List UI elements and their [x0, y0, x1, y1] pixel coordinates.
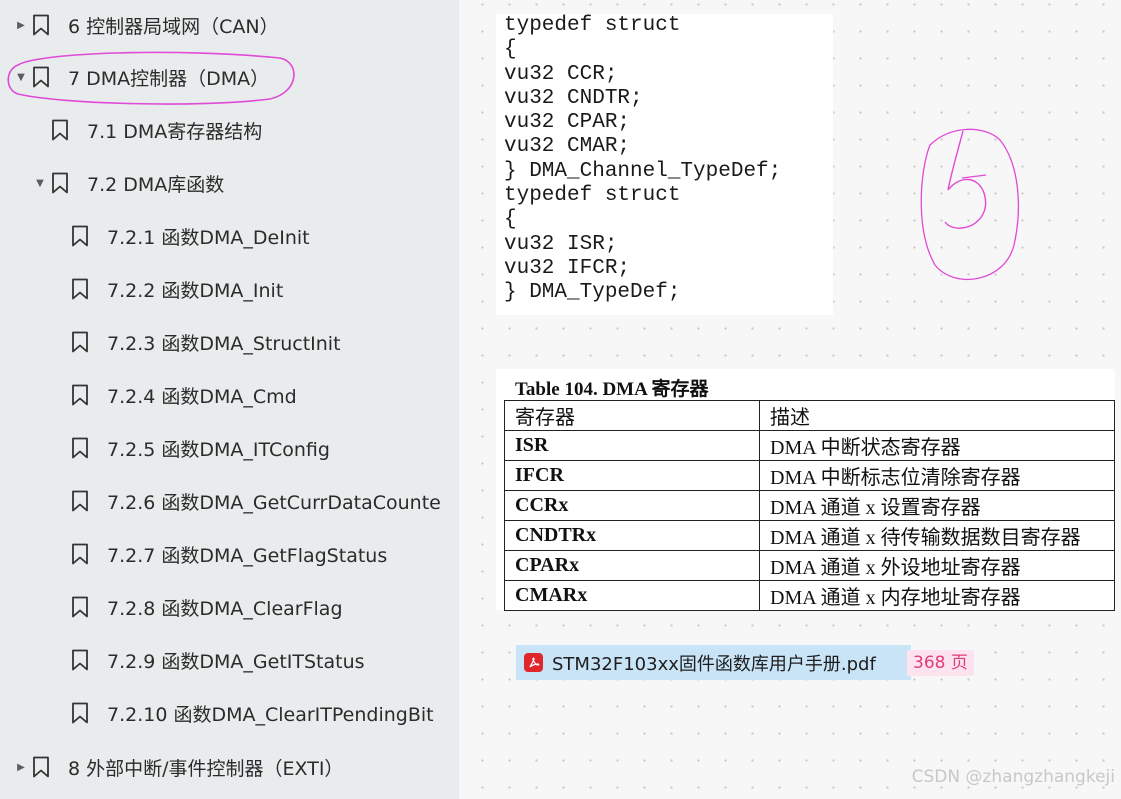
sidebar-bookmark-item[interactable]: ▶7.2.2 函数DMA_Init — [0, 264, 459, 314]
collapse-arrow-icon[interactable]: ▶ — [16, 20, 26, 31]
sidebar-item-label: 7.2.4 函数DMA_Cmd — [107, 385, 297, 408]
bookmark-icon — [72, 543, 88, 565]
sidebar-item-label: 7.2.5 函数DMA_ITConfig — [107, 438, 330, 461]
sidebar-item-label: 7.2.7 函数DMA_GetFlagStatus — [107, 544, 388, 567]
register-name-cell: CPARx — [504, 550, 760, 581]
bookmark-icon — [72, 278, 88, 300]
dma-register-table-figure: Table 104. DMA 寄存器 寄存器 描述 ISR DMA 中断状态寄存器… — [496, 369, 1115, 611]
expand-arrow-icon[interactable]: ▼ — [35, 178, 45, 189]
sidebar-item-label: 7 DMA控制器（DMA） — [68, 67, 270, 90]
watermark: CSDN @zhangzhangkeji — [911, 767, 1115, 787]
sidebar-bookmark-item[interactable]: ▶7.2.7 函数DMA_GetFlagStatus — [0, 529, 459, 579]
expand-arrow-icon[interactable]: ▼ — [16, 72, 26, 83]
code-line: vu32 IFCR; — [504, 256, 631, 280]
sidebar-bookmark-item[interactable]: ▶7.2.8 函数DMA_ClearFlag — [0, 582, 459, 632]
pdf-reference-link[interactable]: STM32F103xx固件函数库用户手册.pdf — [516, 645, 911, 680]
bookmark-icon — [72, 702, 88, 724]
code-line: { — [504, 38, 517, 62]
sidebar-bookmark-item[interactable]: ▶7.2.3 函数DMA_StructInit — [0, 317, 459, 367]
bookmark-icon — [72, 331, 88, 353]
struct-code-snippet: typedef struct{vu32 CCR; vu32 CNDTR; vu32 … — [496, 14, 833, 315]
code-line: } DMA_Channel_TypeDef; — [504, 159, 782, 183]
bookmark-icon — [33, 14, 49, 36]
sidebar-item-label: 7.2.10 函数DMA_ClearITPendingBit — [107, 703, 434, 726]
code-line: { — [504, 208, 517, 232]
code-line: vu32 CNDTR; — [504, 86, 643, 110]
pdf-file-icon — [524, 653, 543, 672]
bookmark-icon — [33, 66, 49, 88]
register-name-cell: CCRx — [504, 490, 760, 521]
register-name-cell: CNDTRx — [504, 520, 760, 551]
sidebar-bookmark-item[interactable]: ▶7.1 DMA寄存器结构 — [0, 105, 459, 155]
sidebar-bookmark-item[interactable]: ▶7.2.6 函数DMA_GetCurrDataCounte — [0, 476, 459, 526]
table-row: CPARx DMA 通道 x 外设地址寄存器 — [504, 550, 1115, 581]
code-line: vu32 CCR; — [504, 62, 618, 86]
sidebar-item-label: 7.2.9 函数DMA_GetITStatus — [107, 650, 365, 673]
sidebar-item-label: 8 外部中断/事件控制器（EXTI） — [68, 757, 344, 780]
bookmark-icon — [72, 649, 88, 671]
table-title: Table 104. DMA 寄存器 — [515, 379, 709, 400]
sidebar-item-label: 7.2.3 函数DMA_StructInit — [107, 332, 341, 355]
bookmark-icon — [72, 596, 88, 618]
bookmark-icon — [52, 172, 68, 194]
register-name-cell: IFCR — [504, 460, 760, 491]
table-header-row: 寄存器 描述 — [504, 400, 1115, 431]
sidebar-item-label: 7.2.8 函数DMA_ClearFlag — [107, 597, 343, 620]
sidebar-bookmark-item[interactable]: ▶ 6 控制器局域网（CAN） — [0, 0, 459, 50]
code-line: typedef struct — [504, 14, 681, 37]
register-name-cell: ISR — [504, 430, 760, 461]
sidebar-item-label: 7.2 DMA库函数 — [87, 173, 225, 196]
register-description-cell: DMA 通道 x 设置寄存器 — [759, 490, 1115, 521]
code-line: } DMA_TypeDef; — [504, 281, 681, 305]
sidebar-item-label: 7.2.1 函数DMA_DeInit — [107, 226, 310, 249]
bookmark-icon — [72, 225, 88, 247]
bookmark-icon — [72, 490, 88, 512]
header-register: 寄存器 — [504, 400, 760, 431]
sidebar-bookmark-item[interactable]: ▼ 7 DMA控制器（DMA） — [0, 52, 459, 102]
register-table: 寄存器 描述 ISR DMA 中断状态寄存器 IFCR DMA 中断标志位清除寄存器 C… — [504, 400, 1115, 611]
register-name-cell: CMARx — [504, 580, 760, 611]
table-row: ISR DMA 中断状态寄存器 — [504, 430, 1115, 461]
table-row: IFCR DMA 中断标志位清除寄存器 — [504, 460, 1115, 491]
bookmark-icon — [72, 384, 88, 406]
sidebar-bookmark-item[interactable]: ▶7.2.4 函数DMA_Cmd — [0, 370, 459, 420]
register-description-cell: DMA 通道 x 待传输数据数目寄存器 — [759, 520, 1115, 551]
register-description-cell: DMA 中断状态寄存器 — [759, 430, 1115, 461]
sidebar-item-label: 7.1 DMA寄存器结构 — [87, 120, 263, 143]
page-number-badge: 368 页 — [907, 650, 974, 676]
sidebar-bookmark-item[interactable]: ▶7.2.1 函数DMA_DeInit — [0, 211, 459, 261]
code-line: vu32 CMAR; — [504, 135, 631, 159]
sidebar-bookmark-item[interactable]: ▶7.2.9 函数DMA_GetITStatus — [0, 635, 459, 685]
table-row: CMARx DMA 通道 x 内存地址寄存器 — [504, 580, 1115, 611]
bookmark-icon — [33, 756, 49, 778]
register-description-cell: DMA 中断标志位清除寄存器 — [759, 460, 1115, 491]
bookmark-icon — [72, 437, 88, 459]
register-description-cell: DMA 通道 x 内存地址寄存器 — [759, 580, 1115, 611]
register-description-cell: DMA 通道 x 外设地址寄存器 — [759, 550, 1115, 581]
table-row: CCRx DMA 通道 x 设置寄存器 — [504, 490, 1115, 521]
sidebar-bookmark-item[interactable]: ▶ 8 外部中断/事件控制器（EXTI） — [0, 742, 459, 792]
sidebar-bookmark-item[interactable]: ▶7.2.10 函数DMA_ClearITPendingBit — [0, 688, 459, 738]
collapse-arrow-icon[interactable]: ▶ — [16, 762, 26, 773]
code-line: vu32 ISR; — [504, 232, 618, 256]
pdf-file-name[interactable]: STM32F103xx固件函数库用户手册.pdf — [552, 650, 876, 676]
sidebar-bookmark-item[interactable]: ▼ 7.2 DMA库函数 — [0, 158, 459, 208]
bookmark-icon — [52, 119, 68, 141]
table-row: CNDTRx DMA 通道 x 待传输数据数目寄存器 — [504, 520, 1115, 551]
code-line: vu32 CPAR; — [504, 111, 631, 135]
code-line: typedef struct — [504, 184, 681, 208]
outline-sidebar: ▶6 控制器局域网（CAN）▼7 DMA控制器（DMA）▶7.1 DMA寄存器结… — [0, 0, 459, 799]
sidebar-item-label: 7.2.2 函数DMA_Init — [107, 279, 284, 302]
header-description: 描述 — [759, 400, 1115, 431]
sidebar-bookmark-item[interactable]: ▶7.2.5 函数DMA_ITConfig — [0, 423, 459, 473]
sidebar-item-label: 7.2.6 函数DMA_GetCurrDataCounte — [107, 491, 441, 514]
sidebar-item-label: 6 控制器局域网（CAN） — [68, 15, 279, 38]
